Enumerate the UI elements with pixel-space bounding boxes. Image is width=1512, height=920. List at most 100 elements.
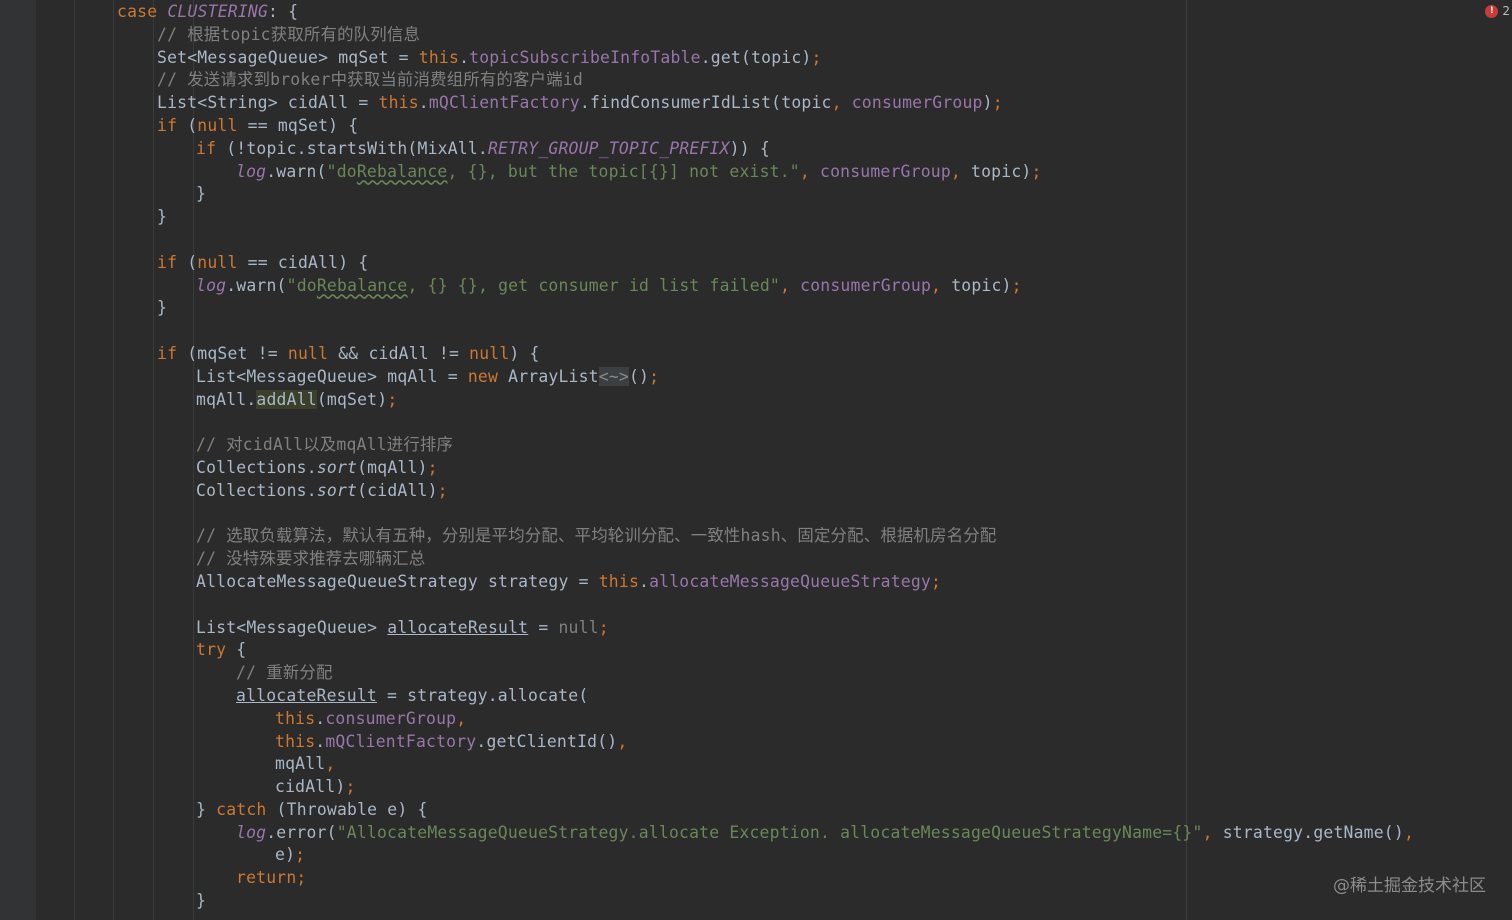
- code-line[interactable]: }: [0, 206, 1512, 229]
- code-line[interactable]: try {: [0, 639, 1512, 662]
- string: "do: [286, 275, 317, 295]
- reassigned-variable: allocateResult: [236, 685, 377, 705]
- punctuation: ,: [1403, 822, 1415, 842]
- field: consumerGroup: [325, 708, 457, 728]
- string: , {} {}, get consumer id list failed": [407, 275, 781, 295]
- code-line[interactable]: this.mQClientFactory.getClientId(),: [0, 731, 1512, 754]
- code-line[interactable]: [0, 411, 1512, 434]
- folded-diamond[interactable]: <~>: [598, 366, 629, 386]
- reassigned-variable: allocateResult: [387, 617, 529, 637]
- code-line[interactable]: // 没特殊要求推荐去哪辆汇总: [0, 548, 1512, 571]
- code-text: topic): [951, 275, 1012, 295]
- code-line[interactable]: }: [0, 890, 1512, 913]
- code-text: (): [628, 366, 650, 386]
- code-line[interactable]: [0, 594, 1512, 617]
- code-text: (Throwable e) {: [266, 799, 428, 819]
- code-text: List<String> cidAll =: [157, 93, 379, 113]
- code-line[interactable]: [0, 503, 1512, 526]
- code-line[interactable]: mqAll.addAll(mqSet);: [0, 389, 1512, 412]
- code-line[interactable]: return;: [0, 867, 1512, 890]
- string: Rebalance: [356, 161, 448, 181]
- code-text: ): [982, 93, 993, 113]
- code-line[interactable]: Collections.sort(mqAll);: [0, 457, 1512, 480]
- punctuation: ;: [931, 571, 942, 591]
- watermark: @稀土掘金技术社区: [1333, 876, 1486, 896]
- code-line[interactable]: e);: [0, 844, 1512, 867]
- code-line[interactable]: allocateResult = strategy.allocate(: [0, 685, 1512, 708]
- code-text: (mqSet): [316, 389, 388, 409]
- code-line[interactable]: cidAll);: [0, 776, 1512, 799]
- code-text: (!topic.startsWith(MixAll.: [216, 138, 488, 158]
- keyword: this: [418, 47, 460, 67]
- punctuation: ,: [325, 754, 336, 774]
- code-line[interactable]: AllocateMessageQueueStrategy strategy = …: [0, 571, 1512, 594]
- code-line[interactable]: // 选取负载算法，默认有五种，分别是平均分配、平均轮训分配、一致性hash、固…: [0, 525, 1512, 548]
- code-line[interactable]: mqAll,: [0, 753, 1512, 776]
- code-line[interactable]: case CLUSTERING: {: [0, 1, 1512, 24]
- code-line[interactable]: log.error("AllocateMessageQueueStrategy.…: [0, 822, 1512, 845]
- code-text: .: [639, 571, 650, 591]
- code-text: AllocateMessageQueueStrategy strategy =: [196, 571, 599, 591]
- code-line[interactable]: List<String> cidAll = this.mQClientFacto…: [0, 92, 1512, 115]
- code-line[interactable]: [0, 229, 1512, 252]
- field: log: [196, 275, 227, 295]
- code-line[interactable]: // 对cidAll以及mqAll进行排序: [0, 434, 1512, 457]
- punctuation: ;: [387, 389, 398, 409]
- code-line[interactable]: if (null == cidAll) {: [0, 252, 1512, 275]
- code-editor[interactable]: ! 2 case CLUSTERING: { // 根据topic获取所有的队列…: [0, 0, 1512, 920]
- code-line[interactable]: } catch (Throwable e) {: [0, 799, 1512, 822]
- code-line[interactable]: log.warn("doRebalance, {}, but the topic…: [0, 161, 1512, 184]
- punctuation: ,: [831, 93, 852, 113]
- code-text: )) {: [729, 138, 770, 158]
- code-text: }: [157, 298, 168, 318]
- code-text: List<MessageQueue> mqAll =: [196, 366, 468, 386]
- code-line[interactable]: if (null == mqSet) {: [0, 115, 1512, 138]
- field: allocateMessageQueueStrategy: [649, 571, 931, 591]
- code-text: e): [275, 845, 296, 865]
- code-text: == mqSet) {: [237, 115, 359, 135]
- code-text: .: [459, 47, 470, 67]
- code-text: Set<MessageQueue> mqSet =: [157, 47, 419, 67]
- code-line[interactable]: [0, 320, 1512, 343]
- keyword: try: [196, 640, 227, 660]
- punctuation: ,: [950, 161, 972, 181]
- constant: CLUSTERING: [167, 2, 269, 21]
- keyword: null: [558, 617, 599, 637]
- punctuation: ,: [617, 731, 628, 751]
- keyword: this: [598, 571, 640, 591]
- code-line[interactable]: log.warn("doRebalance, {} {}, get consum…: [0, 275, 1512, 298]
- code-line[interactable]: // 发送请求到broker中获取当前消费组所有的客户端id: [0, 69, 1512, 92]
- code-line[interactable]: Set<MessageQueue> mqSet = this.topicSubs…: [0, 47, 1512, 70]
- keyword: null: [197, 252, 238, 272]
- code-line[interactable]: this.consumerGroup,: [0, 708, 1512, 731]
- code-line[interactable]: List<MessageQueue> mqAll = new ArrayList…: [0, 366, 1512, 389]
- code-line[interactable]: // 重新分配: [0, 662, 1512, 685]
- code-text: .: [418, 93, 429, 113]
- code-line[interactable]: if (!topic.startsWith(MixAll.RETRY_GROUP…: [0, 138, 1512, 161]
- code-lines[interactable]: case CLUSTERING: { // 根据topic获取所有的队列信息 S…: [0, 1, 1512, 913]
- string: "do: [326, 161, 357, 181]
- keyword: null: [197, 115, 238, 135]
- code-line[interactable]: if (mqSet != null && cidAll != null) {: [0, 343, 1512, 366]
- punctuation: ;: [598, 617, 609, 637]
- code-line[interactable]: List<MessageQueue> allocateResult = null…: [0, 617, 1512, 640]
- field: topicSubscribeInfoTable: [469, 47, 701, 67]
- code-line[interactable]: // 根据topic获取所有的队列信息: [0, 24, 1512, 47]
- punctuation: ;: [295, 845, 306, 865]
- code-text: =: [528, 617, 559, 637]
- code-line[interactable]: }: [0, 183, 1512, 206]
- code-text: (mqSet !=: [177, 343, 288, 363]
- keyword: this: [275, 731, 316, 751]
- keyword: new: [467, 366, 499, 386]
- code-text: ArrayList: [498, 366, 599, 386]
- code-line[interactable]: Collections.sort(cidAll);: [0, 480, 1512, 503]
- punctuation: ,: [456, 708, 467, 728]
- code-line[interactable]: }: [0, 297, 1512, 320]
- punctuation: ;: [992, 93, 1003, 113]
- field: mQClientFactory: [428, 93, 580, 113]
- code-text: Collections.: [196, 480, 317, 500]
- punctuation: ;: [1011, 275, 1022, 295]
- keyword: case: [117, 2, 158, 21]
- comment: // 重新分配: [236, 663, 333, 683]
- field: mQClientFactory: [325, 731, 477, 751]
